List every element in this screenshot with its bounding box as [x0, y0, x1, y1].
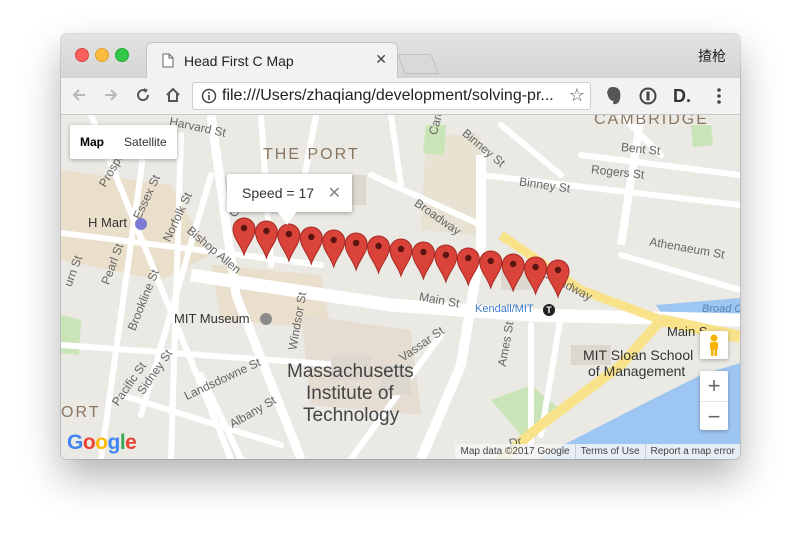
menu-kebab-icon[interactable] [709, 86, 729, 106]
info-window: Speed = 17 ✕ [227, 174, 352, 225]
route-marker[interactable] [456, 247, 480, 287]
street-view-pegman-button[interactable] [700, 331, 728, 359]
back-button[interactable] [67, 83, 91, 107]
map-type-control: Map Satellite [70, 125, 177, 159]
terms-of-use-link[interactable]: Terms of Use [574, 444, 645, 459]
info-window-speed-text: Speed = 17 [242, 185, 315, 201]
route-marker[interactable] [322, 229, 346, 269]
maximize-window-button[interactable] [115, 48, 129, 62]
zoom-out-button[interactable]: − [700, 401, 728, 431]
route-marker[interactable] [232, 217, 256, 257]
report-map-error-link[interactable]: Report a map error [644, 444, 740, 459]
home-icon [166, 87, 180, 102]
route-marker[interactable] [434, 244, 458, 284]
route-marker[interactable] [344, 232, 368, 272]
map-type-satellite-button[interactable]: Satellite [114, 125, 177, 159]
forward-arrow-icon [105, 89, 118, 101]
map-type-map-button[interactable]: Map [70, 125, 114, 159]
google-map[interactable]: CAMBRIDGE THE PORT ORT Harvard St Binney… [61, 115, 740, 459]
route-marker[interactable] [254, 220, 278, 260]
route-marker[interactable] [479, 250, 503, 290]
tab-close-icon[interactable]: ✕ [375, 51, 387, 68]
url-text[interactable]: file:///Users/zhaqiang/development/solvi… [222, 87, 557, 105]
map-attribution: Map data ©2017 Google Terms of Use Repor… [455, 444, 740, 459]
info-window-tail [277, 211, 297, 225]
browser-toolbar: file:///Users/zhaqiang/development/solvi… [61, 78, 740, 115]
route-marker[interactable] [299, 226, 323, 266]
browser-tab[interactable]: Head First C Map ✕ [146, 42, 398, 79]
title-bar: Head First C Map ✕ 揸枪 [61, 34, 740, 79]
address-bar[interactable]: file:///Users/zhaqiang/development/solvi… [192, 82, 591, 110]
info-window-close-icon[interactable]: ✕ [328, 183, 341, 203]
route-marker[interactable] [411, 241, 435, 281]
profile-name[interactable]: 揸枪 [698, 46, 726, 66]
new-tab-button[interactable] [397, 54, 439, 74]
map-data-attribution: Map data ©2017 Google [460, 446, 570, 457]
markers-layer [232, 217, 570, 299]
route-marker[interactable] [389, 238, 413, 278]
reload-button[interactable] [131, 83, 155, 107]
zoom-control: + − [700, 371, 728, 430]
tab-title: Head First C Map [184, 53, 294, 69]
page-icon [162, 53, 174, 68]
forward-button[interactable] [99, 83, 123, 107]
dashlane-extension-icon[interactable]: D. [672, 86, 692, 106]
route-marker[interactable] [367, 235, 391, 275]
route-marker[interactable] [501, 253, 525, 293]
info-icon[interactable] [201, 88, 217, 104]
google-logo[interactable]: Google [67, 431, 137, 455]
bookmark-star-icon[interactable]: ☆ [569, 85, 585, 106]
zoom-in-button[interactable]: + [700, 371, 728, 400]
back-arrow-icon [72, 89, 85, 101]
close-window-button[interactable] [75, 48, 89, 62]
route-marker[interactable] [524, 256, 548, 296]
browser-window: Head First C Map ✕ 揸枪 file:///Users/zhaq… [61, 34, 740, 459]
privacy-extension-icon[interactable] [638, 86, 658, 106]
route-marker[interactable] [546, 259, 570, 299]
route-marker[interactable] [277, 223, 301, 263]
evernote-extension-icon[interactable] [604, 86, 624, 106]
minimize-window-button[interactable] [95, 48, 109, 62]
reload-icon [137, 88, 150, 102]
home-button[interactable] [161, 83, 185, 107]
pegman-icon [710, 334, 718, 356]
